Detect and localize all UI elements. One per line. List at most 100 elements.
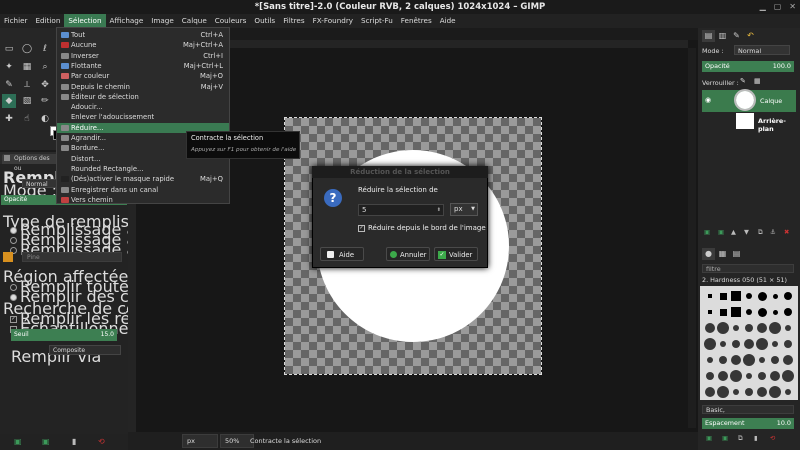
- delete-brush-icon[interactable]: ▮: [754, 434, 758, 442]
- menu-11[interactable]: Fenêtres: [397, 14, 436, 28]
- refresh-brushes-icon[interactable]: ⟲: [770, 434, 775, 442]
- selection-menu-item[interactable]: Flottante Maj+Ctrl+L: [57, 61, 229, 71]
- brush-preview[interactable]: [757, 323, 767, 333]
- brush-preview[interactable]: [757, 307, 767, 317]
- brush-preview[interactable]: [708, 294, 712, 298]
- brush-preview[interactable]: [705, 323, 715, 333]
- zoom-icon[interactable]: ⌕: [38, 60, 52, 74]
- pattern-select[interactable]: Pine: [3, 252, 122, 262]
- brush-preview[interactable]: [783, 355, 793, 365]
- brush-preview[interactable]: [759, 357, 765, 363]
- reset-options-icon[interactable]: ⟲: [98, 437, 105, 446]
- spin-icon[interactable]: ⬍: [437, 205, 441, 215]
- shrink-from-border-checkbox[interactable]: ✓ Réduire depuis le bord de l'image: [358, 224, 486, 232]
- paths-tab-icon[interactable]: ✎: [730, 30, 743, 42]
- delete-options-icon[interactable]: ▮: [72, 437, 76, 446]
- anchor-layer-icon[interactable]: ⚓: [770, 228, 776, 236]
- new-brush-icon[interactable]: ▣: [722, 434, 728, 442]
- brush-tag-input[interactable]: Basic,: [702, 405, 794, 414]
- brush-grid[interactable]: [700, 286, 798, 400]
- checkbox-icon[interactable]: ✓: [358, 224, 365, 232]
- brush-preview[interactable]: [770, 371, 780, 381]
- edit-brush-icon[interactable]: ▣: [706, 434, 712, 442]
- brush-preview[interactable]: [769, 322, 781, 334]
- fill-via-select[interactable]: Composite: [49, 345, 121, 355]
- brush-preview[interactable]: [785, 325, 791, 331]
- lock-alpha-icon[interactable]: ▦: [754, 77, 761, 85]
- brush-preview[interactable]: [757, 291, 767, 301]
- unit-select[interactable]: px: [182, 434, 218, 448]
- brush-preview[interactable]: [718, 371, 728, 381]
- brush-preview[interactable]: [772, 341, 778, 347]
- selection-menu-item[interactable]: Depuis le chemin Maj+V: [57, 82, 229, 92]
- brush-preview[interactable]: [756, 338, 768, 350]
- menu-7[interactable]: Outils: [250, 14, 279, 28]
- brush-preview[interactable]: [733, 389, 739, 395]
- brush-preview[interactable]: [782, 370, 794, 382]
- menu-9[interactable]: FX-Foundry: [309, 14, 357, 28]
- brush-preview[interactable]: [706, 372, 714, 380]
- menu-8[interactable]: Filtres: [279, 14, 308, 28]
- brush-preview[interactable]: [757, 387, 767, 397]
- smudge-icon[interactable]: ☝: [20, 112, 34, 126]
- brush-preview[interactable]: [746, 309, 752, 315]
- brush-preview[interactable]: [769, 386, 781, 398]
- raise-layer-icon[interactable]: ▲: [731, 228, 736, 236]
- cancel-button[interactable]: Annuler: [386, 247, 430, 261]
- brush-preview[interactable]: [784, 340, 792, 348]
- shrink-amount-input[interactable]: 5 ⬍: [358, 204, 444, 216]
- layers-mode-select[interactable]: Normal: [734, 45, 790, 55]
- brush-preview[interactable]: [705, 387, 715, 397]
- brush-preview[interactable]: [730, 370, 742, 382]
- brush-preview[interactable]: [707, 357, 713, 363]
- new-group-icon[interactable]: ▣: [718, 228, 724, 236]
- brush-preview[interactable]: [772, 293, 778, 299]
- bucket-fill-icon[interactable]: ◆: [2, 94, 16, 108]
- close-icon[interactable]: ✕: [789, 2, 796, 11]
- gradients-tab-icon[interactable]: ▤: [730, 248, 743, 260]
- rect-select-icon[interactable]: ▭: [2, 42, 16, 56]
- selection-menu-item[interactable]: Tout Ctrl+A: [57, 30, 229, 40]
- brushes-tab-icon[interactable]: ●: [702, 248, 715, 260]
- brush-filter-input[interactable]: filtre: [702, 264, 794, 273]
- menu-0[interactable]: Fichier: [0, 14, 32, 28]
- pencil-icon[interactable]: ✏: [38, 94, 52, 108]
- move-icon[interactable]: ✥: [38, 78, 52, 92]
- menu-4[interactable]: Image: [147, 14, 178, 28]
- brush-preview[interactable]: [719, 308, 727, 316]
- brush-preview[interactable]: [731, 307, 741, 317]
- zoom-select[interactable]: 50%: [220, 434, 254, 448]
- clone-icon[interactable]: ✚: [2, 112, 16, 126]
- brush-preview[interactable]: [719, 292, 727, 300]
- brush-preview[interactable]: [704, 338, 716, 350]
- selection-menu-item[interactable]: Adoucir...: [57, 102, 229, 112]
- brush-preview[interactable]: [784, 308, 792, 316]
- selection-menu-item[interactable]: Enregistrer dans un canal: [57, 185, 229, 195]
- lasso-icon[interactable]: ℓ: [38, 42, 52, 56]
- delete-layer-icon[interactable]: ✖: [784, 228, 789, 236]
- brush-preview[interactable]: [717, 322, 729, 334]
- selection-menu-item[interactable]: Rounded Rectangle...: [57, 164, 229, 174]
- brush-preview[interactable]: [732, 340, 740, 348]
- selection-menu-item[interactable]: (Dés)activer le masque rapide Maj+Q: [57, 174, 229, 184]
- selection-menu-item[interactable]: Aucune Maj+Ctrl+A: [57, 40, 229, 50]
- threshold-slider[interactable]: Seuil 15.0: [11, 329, 117, 341]
- brush-spacing-slider[interactable]: Espacement 10.0: [702, 418, 794, 429]
- menu-2[interactable]: Sélection: [64, 14, 106, 28]
- menu-3[interactable]: Affichage: [106, 14, 148, 28]
- menu-1[interactable]: Edition: [32, 14, 65, 28]
- eye-icon[interactable]: ◉: [705, 96, 711, 104]
- brush-preview[interactable]: [719, 356, 727, 364]
- channels-tab-icon[interactable]: ▥: [716, 30, 729, 42]
- brush-preview[interactable]: [772, 309, 778, 315]
- help-button[interactable]: Aide: [320, 247, 364, 261]
- ok-button[interactable]: ✓ Valider: [434, 247, 478, 261]
- menu-10[interactable]: Script-Fu: [357, 14, 397, 28]
- brush-preview[interactable]: [743, 354, 755, 366]
- selection-menu-item[interactable]: Par couleur Maj+O: [57, 71, 229, 81]
- brush-preview[interactable]: [785, 389, 791, 395]
- brush-preview[interactable]: [745, 324, 753, 332]
- restore-options-icon[interactable]: ▣: [42, 437, 50, 446]
- menu-5[interactable]: Calque: [178, 14, 211, 28]
- brush-preview[interactable]: [731, 291, 741, 301]
